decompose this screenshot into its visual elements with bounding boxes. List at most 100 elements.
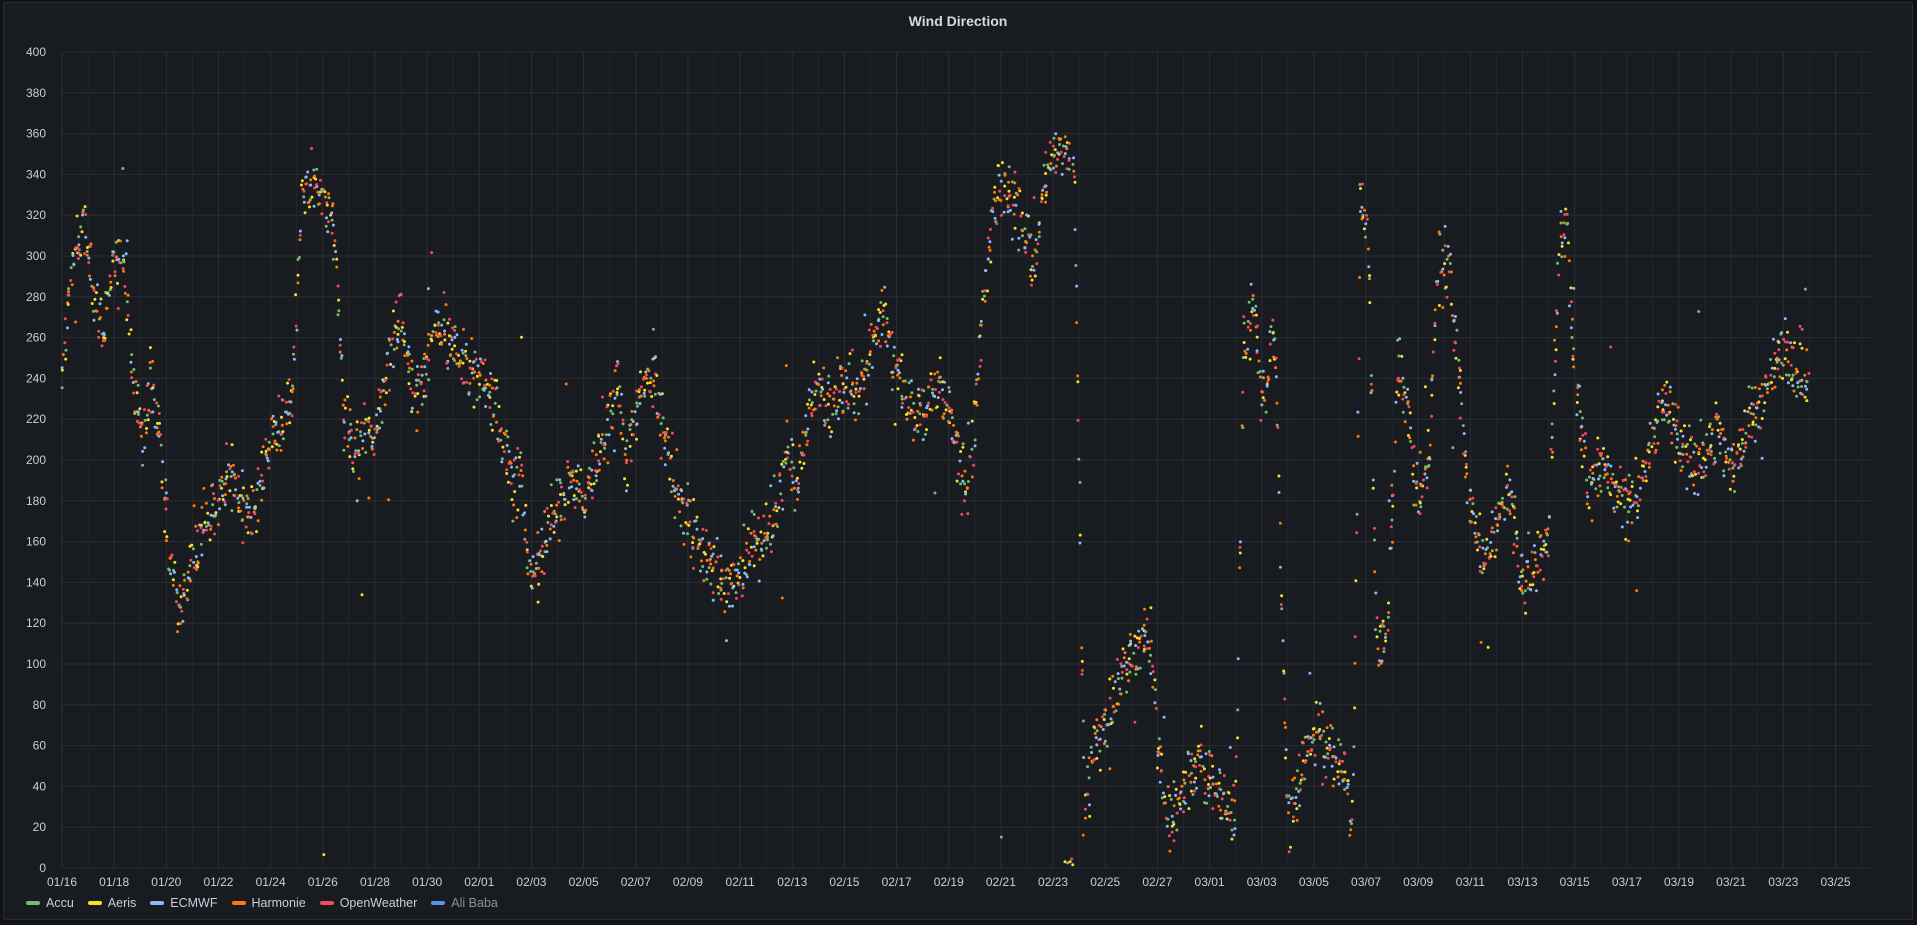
- data-point: [1117, 702, 1121, 706]
- data-point: [1369, 382, 1373, 386]
- legend-item-aeris[interactable]: Aeris: [87, 896, 136, 910]
- data-point: [1394, 400, 1398, 404]
- data-point: [1407, 405, 1411, 409]
- data-point: [1458, 381, 1462, 385]
- data-point: [705, 570, 709, 574]
- data-point: [67, 287, 71, 291]
- data-point: [610, 426, 614, 430]
- data-point: [842, 390, 846, 394]
- data-point: [1455, 328, 1459, 332]
- data-point: [635, 437, 638, 441]
- data-point: [687, 523, 691, 527]
- data-point: [402, 340, 406, 343]
- data-point: [1635, 495, 1639, 499]
- data-point: [1790, 378, 1793, 382]
- data-point: [194, 555, 198, 559]
- data-point: [918, 403, 922, 407]
- data-point: [748, 563, 752, 567]
- data-point: [741, 586, 745, 590]
- data-point: [794, 479, 798, 483]
- data-point: [420, 402, 424, 406]
- data-point: [626, 483, 629, 487]
- data-point: [211, 503, 215, 507]
- data-point: [1208, 786, 1212, 789]
- data-point: [1076, 418, 1080, 422]
- legend-item-accu[interactable]: Accu: [26, 896, 74, 910]
- legend-item-ali-baba[interactable]: Ali Baba: [431, 896, 498, 910]
- data-point: [1679, 469, 1683, 472]
- data-point: [71, 254, 75, 257]
- data-point: [185, 588, 189, 592]
- data-point: [298, 229, 302, 233]
- data-point: [1346, 792, 1350, 796]
- data-point: [1005, 197, 1009, 201]
- data-point: [711, 566, 715, 570]
- data-point: [1505, 484, 1509, 487]
- data-point: [988, 248, 992, 252]
- data-point: [92, 288, 96, 292]
- data-point: [1479, 640, 1483, 644]
- data-point: [1370, 389, 1374, 392]
- data-point: [1630, 521, 1634, 525]
- x-tick-label: 02/01: [464, 875, 494, 889]
- data-point: [1309, 749, 1313, 753]
- data-point: [102, 333, 106, 337]
- data-point: [1521, 568, 1525, 572]
- data-point: [144, 431, 148, 435]
- data-point: [1244, 352, 1248, 355]
- data-point: [1536, 570, 1540, 574]
- x-tick-label: 02/27: [1142, 875, 1172, 889]
- data-point: [124, 252, 128, 256]
- data-point: [973, 444, 977, 448]
- data-point: [1703, 458, 1707, 462]
- data-point: [281, 398, 285, 402]
- data-point: [1077, 457, 1081, 461]
- data-point: [806, 402, 810, 406]
- data-point: [979, 319, 983, 323]
- data-point: [297, 256, 301, 259]
- data-point: [1278, 521, 1282, 525]
- data-point: [701, 527, 705, 531]
- data-point: [615, 391, 619, 395]
- data-point: [1718, 451, 1722, 455]
- data-point: [1629, 505, 1633, 509]
- legend-item-ecmwf[interactable]: ECMWF: [150, 896, 218, 910]
- legend-label: Accu: [46, 896, 74, 910]
- data-point: [1205, 801, 1209, 805]
- data-point: [1081, 719, 1085, 723]
- data-point: [1284, 756, 1287, 760]
- data-point: [780, 499, 784, 502]
- x-tick-label: 02/15: [829, 875, 859, 889]
- data-point: [559, 514, 563, 518]
- x-tick-label: 01/20: [151, 875, 181, 889]
- data-point: [840, 401, 844, 405]
- data-point: [1097, 723, 1101, 727]
- legend-item-harmonie[interactable]: Harmonie: [231, 896, 306, 910]
- data-point: [625, 439, 629, 443]
- data-point: [1262, 376, 1265, 380]
- data-point: [232, 463, 235, 467]
- data-point: [1714, 401, 1718, 405]
- data-point: [619, 411, 623, 415]
- data-point: [1441, 267, 1445, 271]
- data-point: [475, 398, 479, 402]
- legend-item-openweather[interactable]: OpenWeather: [319, 896, 417, 910]
- data-point: [1095, 743, 1099, 747]
- data-point: [651, 405, 655, 409]
- data-point: [77, 252, 81, 255]
- data-point: [1036, 242, 1040, 246]
- data-point: [669, 490, 673, 494]
- data-point: [310, 147, 313, 150]
- data-point: [113, 274, 117, 278]
- data-point: [543, 540, 547, 544]
- data-point: [233, 472, 237, 476]
- data-point: [745, 575, 749, 579]
- data-point: [302, 195, 306, 199]
- x-tick-label: 03/17: [1612, 875, 1642, 889]
- data-point: [1681, 442, 1685, 446]
- data-point: [1103, 708, 1107, 712]
- data-point: [1662, 410, 1666, 414]
- data-point: [986, 236, 990, 240]
- data-point: [680, 489, 684, 493]
- data-point: [372, 453, 376, 456]
